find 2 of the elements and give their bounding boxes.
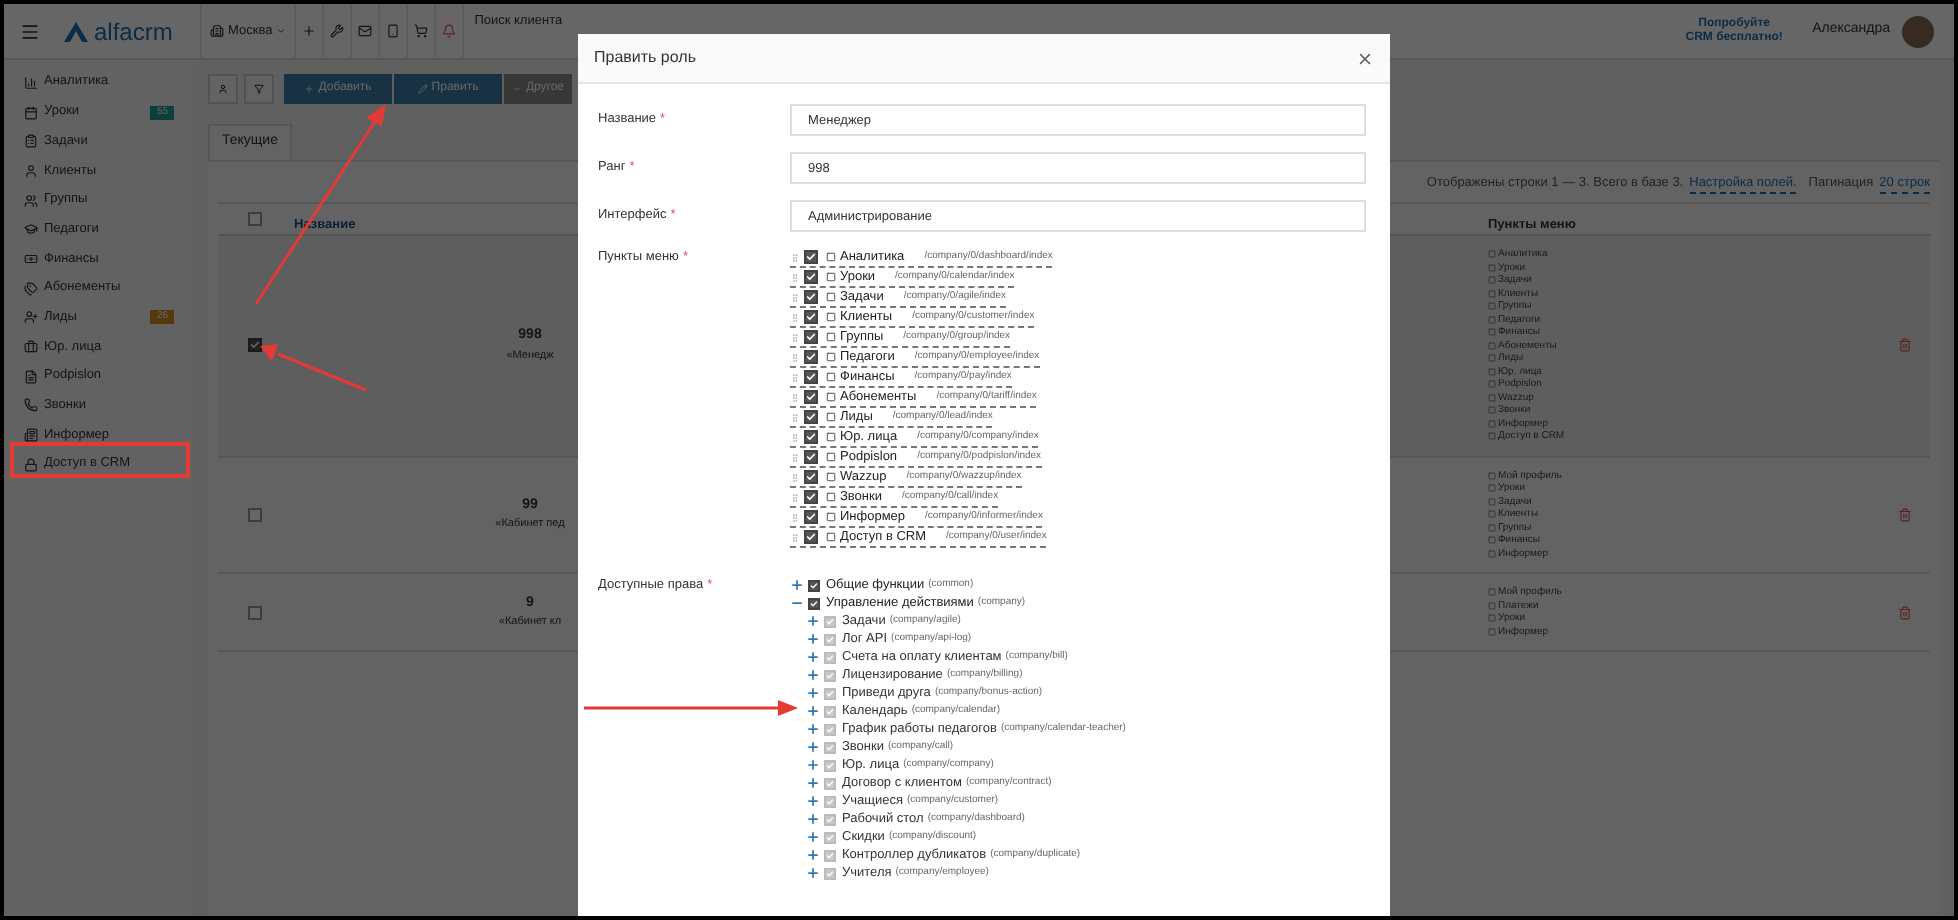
- dialog-title: Править роль: [594, 46, 696, 70]
- logo-text: alfacrm: [94, 19, 173, 43]
